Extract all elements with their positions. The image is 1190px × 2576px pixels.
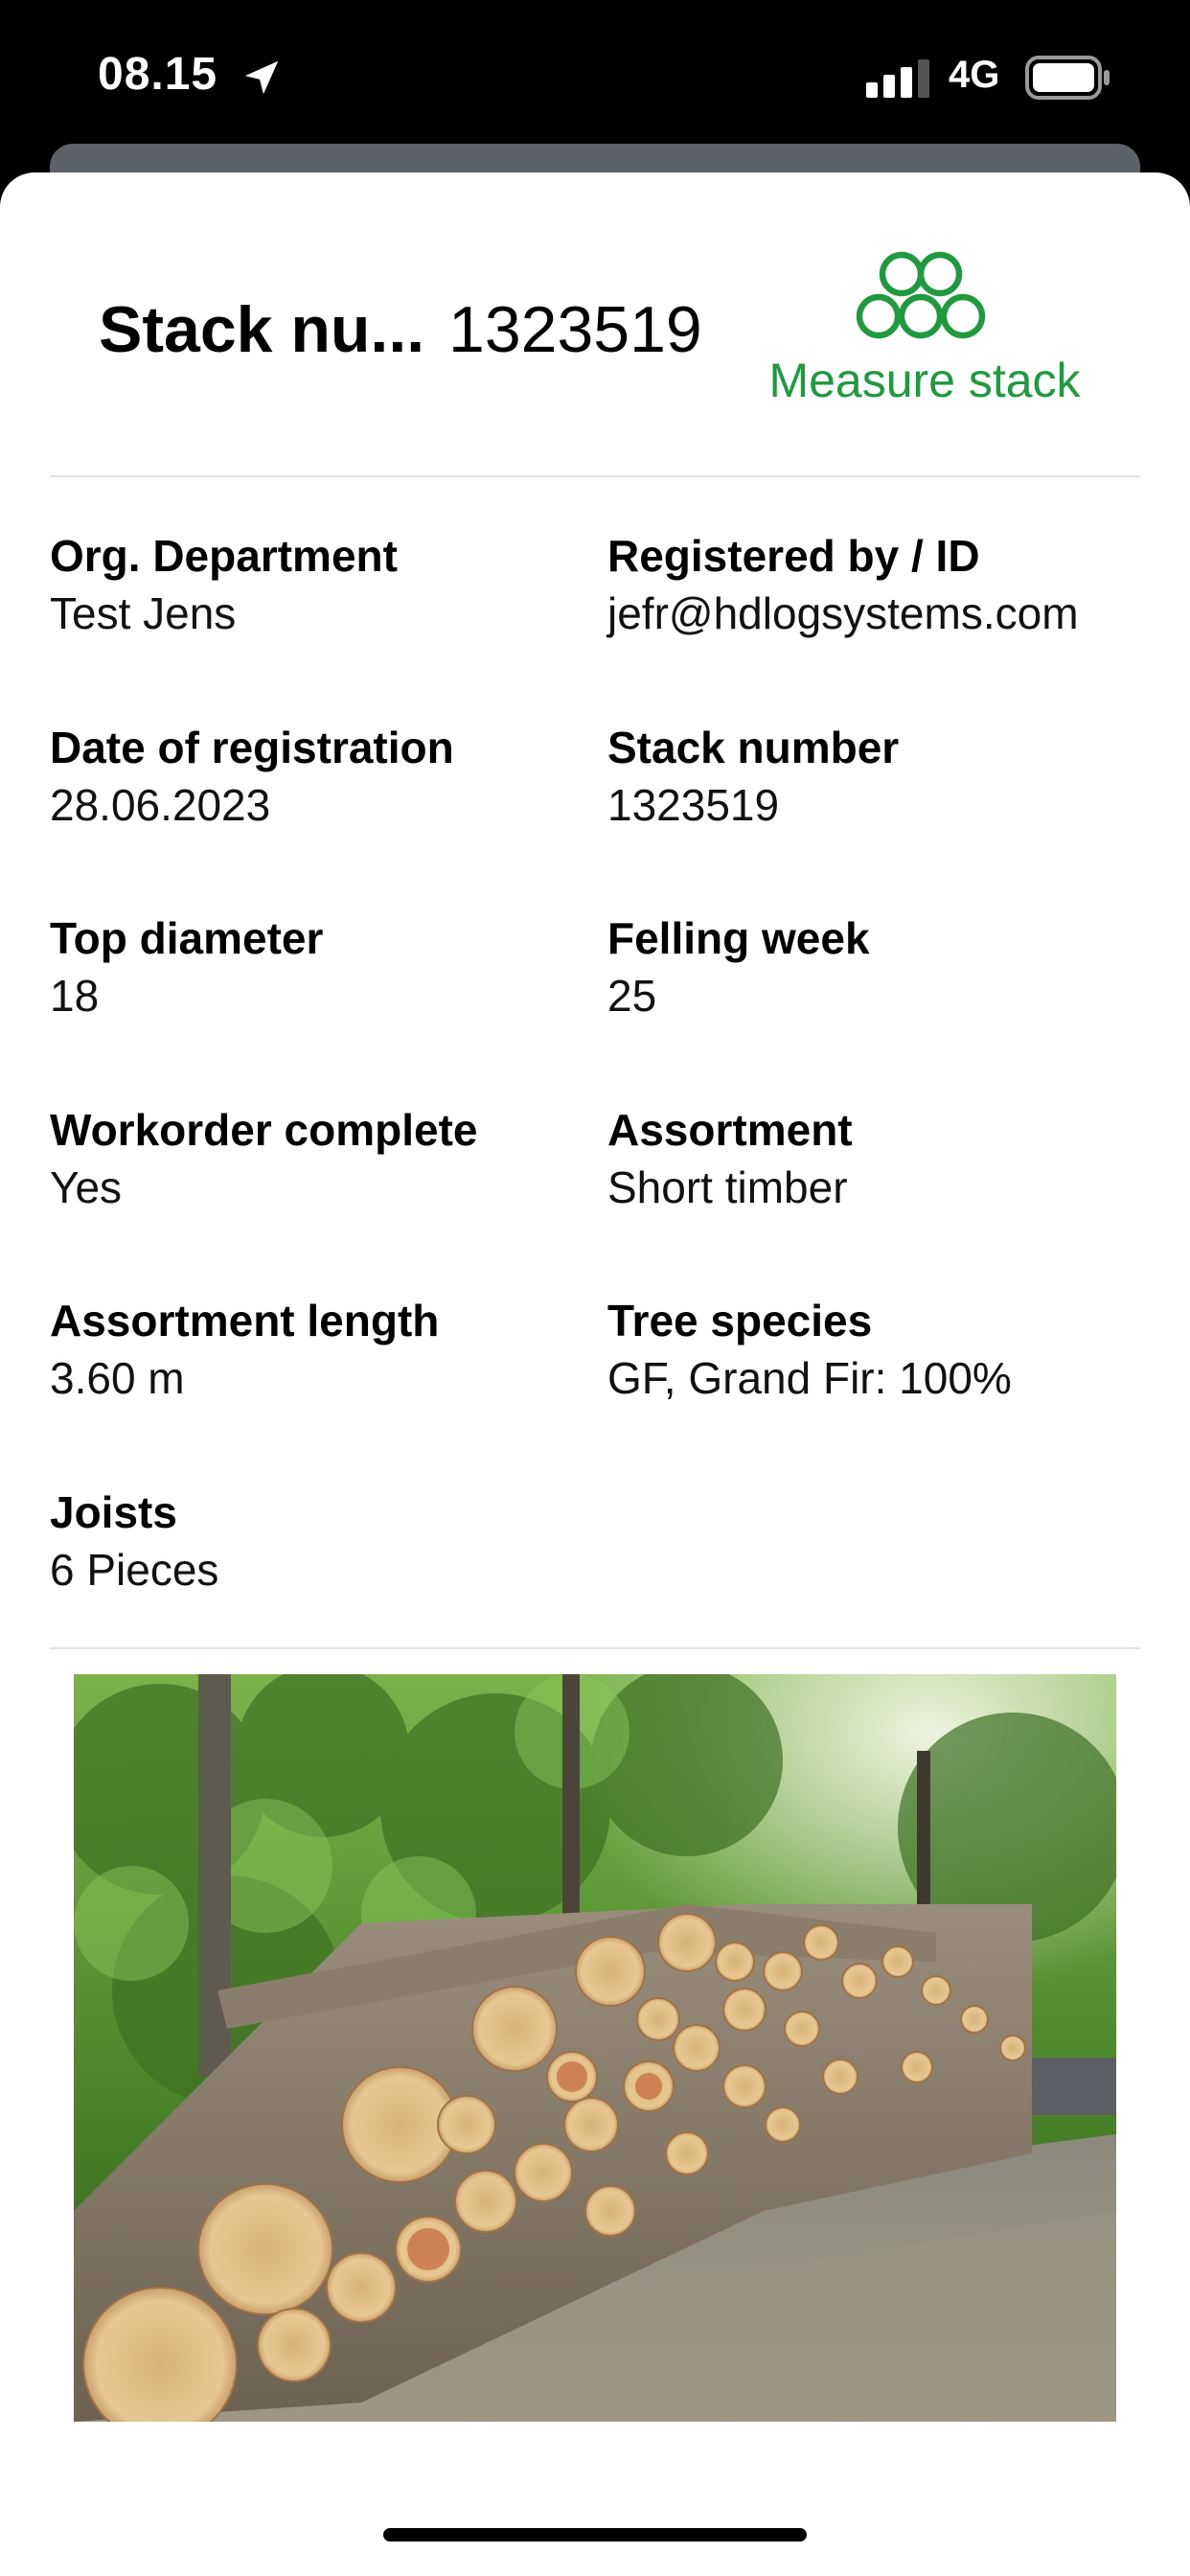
location-arrow-icon — [244, 60, 279, 95]
field-label: Assortment — [607, 1105, 853, 1155]
battery-icon — [1025, 56, 1110, 100]
field-value: Yes — [50, 1162, 123, 1212]
field-label: Workorder complete — [50, 1105, 478, 1155]
field-org-department: Org. Department Test Jens — [50, 527, 625, 642]
divider — [50, 1647, 1140, 1649]
field-assortment-length: Assortment length 3.60 m — [50, 1292, 625, 1407]
field-value: 6 Pieces — [50, 1545, 219, 1595]
field-value: 25 — [607, 971, 657, 1021]
field-label: Registered by / ID — [607, 531, 980, 581]
field-workorder-complete: Workorder complete Yes — [50, 1101, 625, 1216]
field-label: Felling week — [607, 913, 870, 963]
signal-icon — [866, 59, 929, 98]
field-value: jefr@hdlogsystems.com — [607, 588, 1079, 638]
measure-stack-button[interactable]: Measure stack — [738, 249, 1111, 441]
measure-stack-label: Measure stack — [768, 354, 1081, 407]
field-value: 3.60 m — [50, 1353, 185, 1403]
stack-title-label: Stack nu... — [99, 293, 425, 366]
field-registered-by: Registered by / ID jefr@hdlogsystems.com — [607, 527, 1182, 642]
network-label: 4G — [949, 54, 1000, 96]
field-value: Short timber — [607, 1162, 848, 1212]
field-value: 28.06.2023 — [50, 780, 271, 830]
field-joists: Joists 6 Pieces — [50, 1484, 625, 1598]
field-value: 1323519 — [607, 780, 780, 830]
field-label: Org. Department — [50, 531, 398, 581]
status-time: 08.15 — [98, 49, 218, 100]
log-stack-photo[interactable] — [74, 1674, 1116, 2422]
field-label: Top diameter — [50, 913, 324, 963]
field-label: Date of registration — [50, 723, 454, 772]
stack-title-value: 1323519 — [448, 293, 702, 366]
field-label: Stack number — [607, 723, 900, 772]
field-label: Tree species — [607, 1296, 873, 1346]
divider — [50, 475, 1140, 477]
stack-detail-sheet: Stack nu... 1323519 Measure stack Org. D… — [0, 172, 1190, 2576]
field-date-of-registration: Date of registration 28.06.2023 — [50, 719, 625, 834]
log-stack-icon — [856, 251, 986, 339]
field-top-diameter: Top diameter 18 — [50, 909, 625, 1024]
field-value: GF, Grand Fir: 100% — [607, 1353, 1012, 1403]
field-value: 18 — [50, 971, 100, 1021]
field-assortment: Assortment Short timber — [607, 1101, 1182, 1216]
log-stack-photo-image — [74, 1674, 1116, 2422]
home-indicator[interactable] — [383, 2528, 807, 2542]
field-value: Test Jens — [50, 588, 237, 638]
field-felling-week: Felling week 25 — [607, 909, 1182, 1024]
field-label: Joists — [50, 1487, 177, 1537]
field-stack-number: Stack number 1323519 — [607, 719, 1182, 834]
field-label: Assortment length — [50, 1296, 440, 1346]
field-tree-species: Tree species GF, Grand Fir: 100% — [607, 1292, 1182, 1407]
status-bar: 08.15 4G — [0, 0, 1190, 163]
